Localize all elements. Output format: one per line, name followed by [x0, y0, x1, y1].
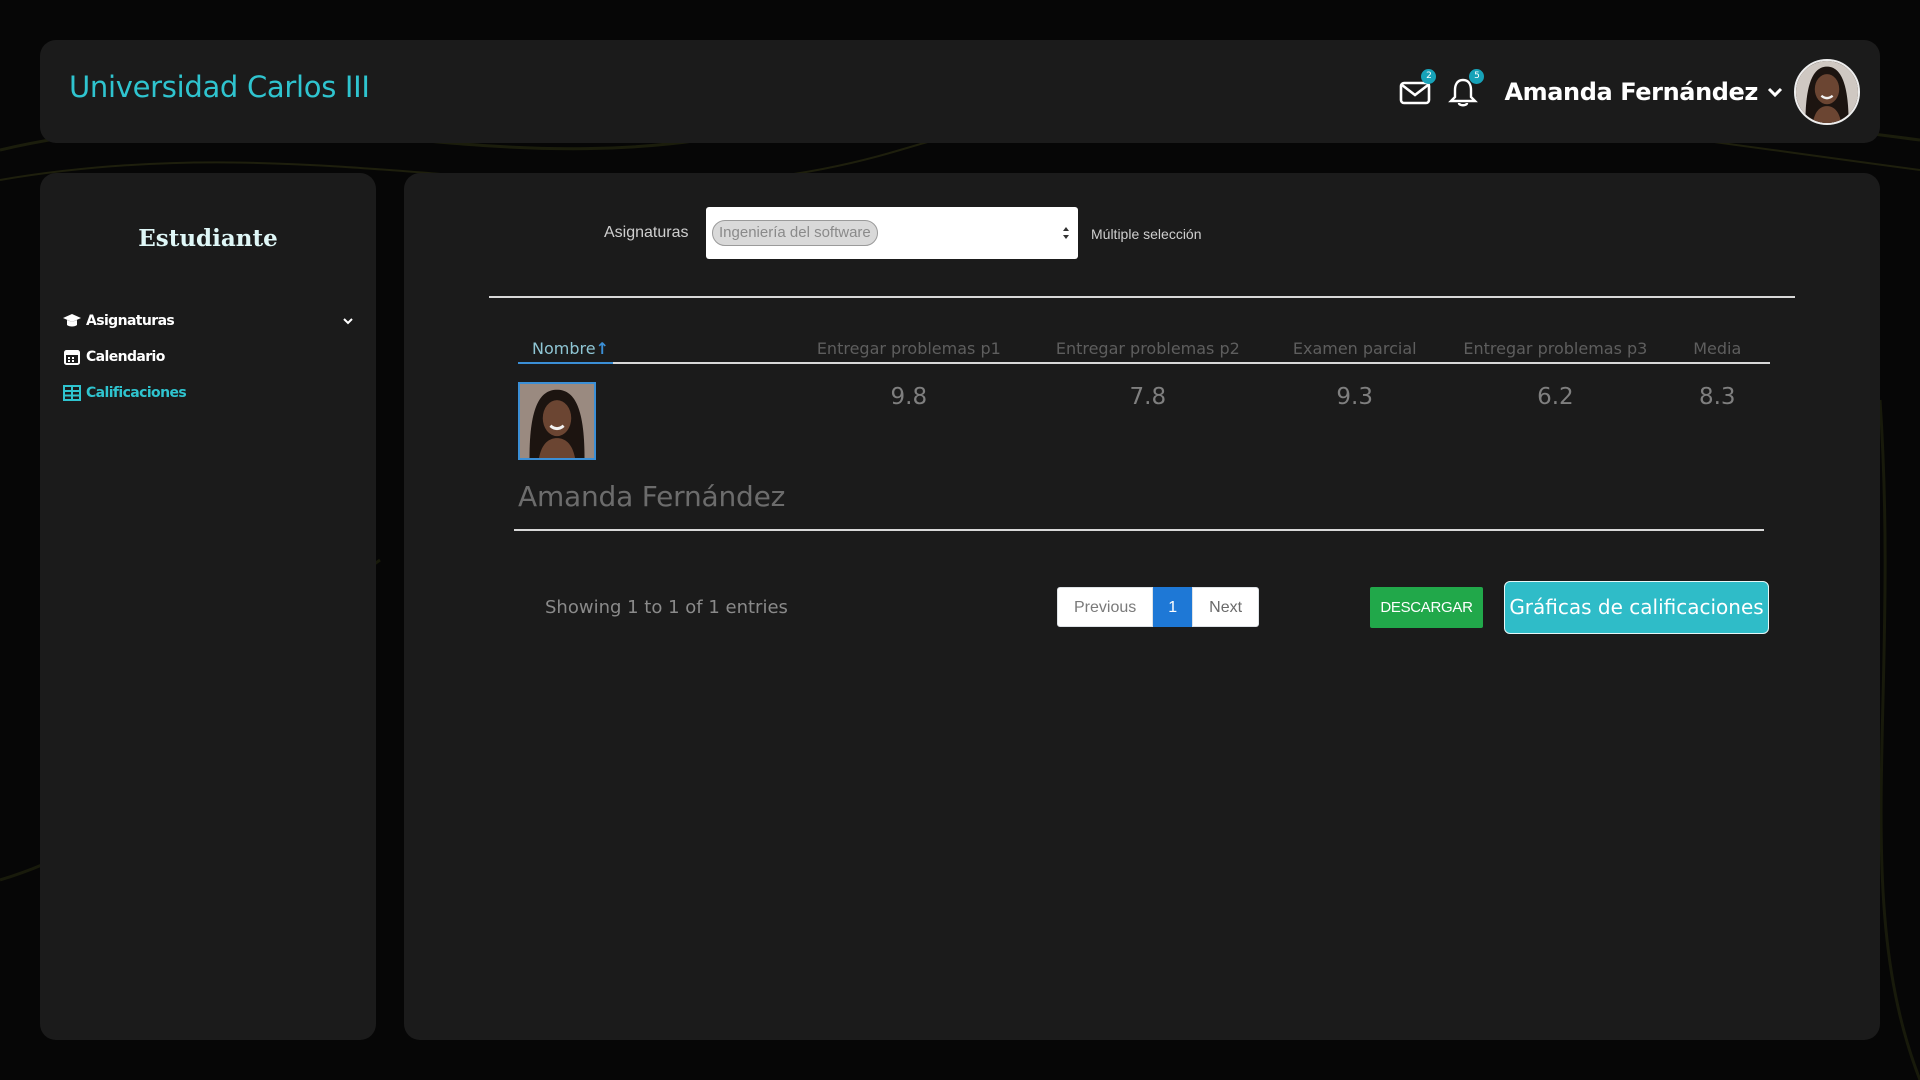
column-header-p1[interactable]: Entregar problemas p1 — [785, 335, 1033, 364]
grade-media: 8.3 — [1698, 384, 1736, 410]
student-name: Amanda Fernández — [518, 480, 786, 513]
sidebar-item-label: Calificaciones — [86, 385, 187, 401]
sidebar: Estudiante Asignaturas Calendario Califi… — [40, 173, 376, 1040]
divider — [489, 296, 1795, 298]
grade-p3: 6.2 — [1537, 384, 1574, 410]
grade-p1: 9.8 — [890, 384, 928, 410]
divider — [514, 529, 1764, 531]
notification-count-badge: 5 — [1469, 68, 1485, 84]
student-cell: Amanda Fernández — [518, 363, 785, 513]
calendar-icon — [64, 350, 80, 365]
pagination-page-1[interactable]: 1 — [1153, 587, 1193, 627]
pagination-previous[interactable]: Previous — [1057, 587, 1154, 627]
notifications-button[interactable]: 5 — [1446, 68, 1485, 109]
sort-underline — [518, 362, 613, 364]
select-arrows-icon — [1063, 227, 1069, 239]
sort-ascending-icon: ↑ — [595, 339, 609, 358]
subject-filter: Asignaturas Ingeniería del software Múlt… — [404, 207, 1880, 261]
brand-title[interactable]: Universidad Carlos III — [69, 70, 370, 104]
selected-subject-tag[interactable]: Ingeniería del software — [712, 220, 878, 246]
mail-button[interactable]: 2 — [1398, 68, 1437, 109]
sidebar-item-calificaciones[interactable]: Calificaciones — [62, 375, 358, 411]
download-button[interactable]: DESCARGAR — [1370, 587, 1483, 628]
grade-p2: 7.8 — [1129, 384, 1167, 410]
grade-charts-button[interactable]: Gráficas de calificaciones — [1504, 581, 1769, 634]
grade-examen: 9.3 — [1336, 384, 1373, 410]
sidebar-title: Estudiante — [138, 225, 278, 252]
student-photo — [518, 382, 596, 460]
column-header-media[interactable]: Media — [1664, 335, 1770, 364]
subject-multiselect[interactable]: Ingeniería del software — [706, 207, 1078, 259]
table-icon — [63, 385, 81, 401]
chevron-down-icon[interactable] — [342, 315, 354, 327]
pagination-next[interactable]: Next — [1192, 587, 1260, 627]
subject-filter-label: Asignaturas — [604, 224, 689, 241]
chevron-down-icon[interactable] — [1766, 83, 1784, 101]
sidebar-item-calendario[interactable]: Calendario — [62, 339, 358, 375]
table-info: Showing 1 to 1 of 1 entries — [545, 597, 788, 618]
column-header-p2[interactable]: Entregar problemas p2 — [1032, 335, 1264, 364]
sidebar-item-asignaturas[interactable]: Asignaturas — [62, 303, 358, 339]
mail-count-badge: 2 — [1421, 68, 1437, 84]
user-avatar-photo — [1796, 60, 1858, 123]
user-avatar[interactable] — [1794, 58, 1860, 125]
multiselect-hint: Múltiple selección — [1091, 226, 1202, 242]
top-navbar: Universidad Carlos III 2 5 Amanda Fernán… — [40, 40, 1880, 143]
pagination: Previous 1 Next — [1057, 587, 1260, 627]
grades-table: Nombre↑ Entregar problemas p1 Entregar p… — [518, 335, 1770, 513]
main-panel: Asignaturas Ingeniería del software Múlt… — [404, 173, 1880, 1040]
sidebar-item-label: Calendario — [86, 349, 165, 365]
table-row: Amanda Fernández 9.8 7.8 9.3 6.2 8.3 — [518, 363, 1770, 513]
column-header-examen[interactable]: Examen parcial — [1263, 335, 1447, 364]
sidebar-nav: Asignaturas Calendario Calificaciones — [62, 303, 358, 411]
sidebar-item-label: Asignaturas — [86, 313, 175, 329]
table-header-row: Nombre↑ Entregar problemas p1 Entregar p… — [518, 335, 1770, 364]
graduation-cap-icon — [63, 314, 81, 327]
user-menu-name[interactable]: Amanda Fernández — [1504, 78, 1758, 106]
column-header-nombre[interactable]: Nombre↑ — [518, 335, 786, 364]
column-header-p3[interactable]: Entregar problemas p3 — [1446, 335, 1665, 364]
